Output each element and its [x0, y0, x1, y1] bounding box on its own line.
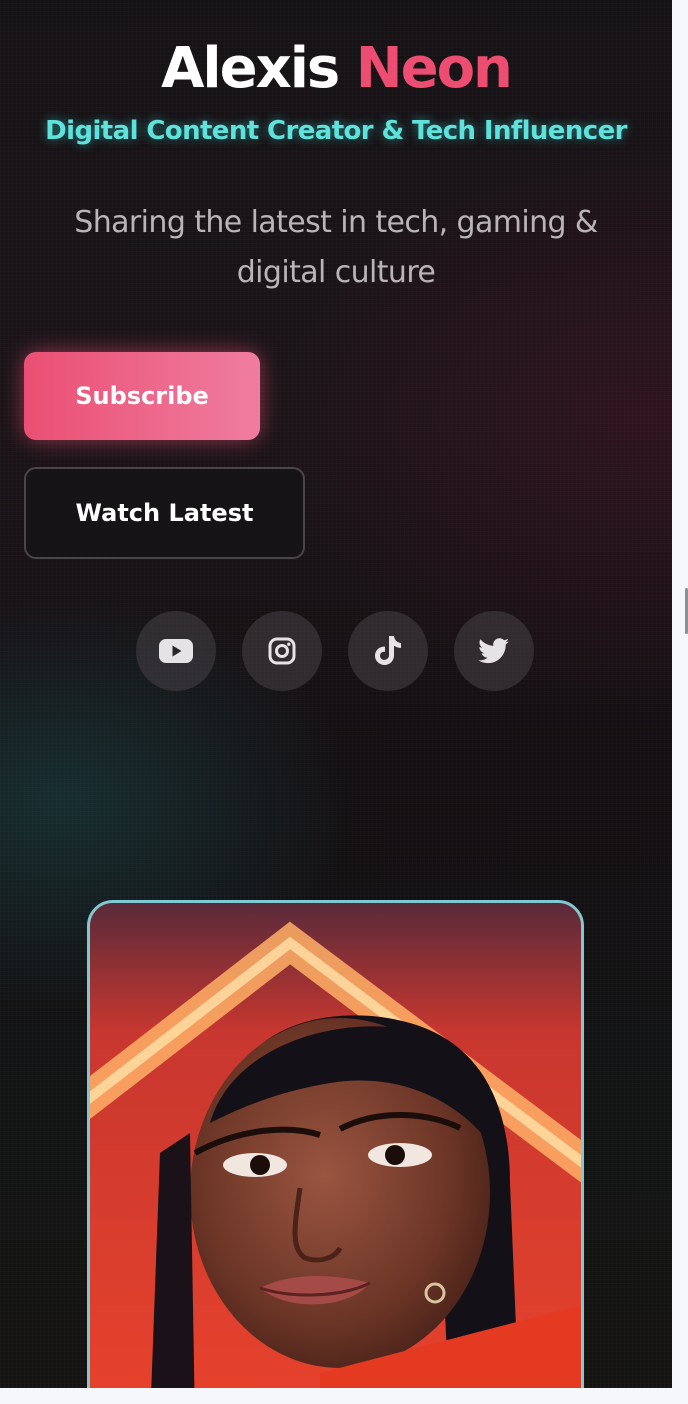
twitter-link[interactable] — [454, 611, 534, 691]
page-subtitle: Digital Content Creator & Tech Influence… — [45, 116, 627, 146]
tagline: Sharing the latest in tech, gaming & dig… — [40, 198, 632, 298]
twitter-icon — [478, 638, 509, 664]
name-last: Neon — [355, 36, 513, 101]
youtube-link[interactable] — [136, 611, 216, 691]
name-first: Alexis — [161, 36, 340, 101]
social-links — [136, 611, 534, 691]
page-title: Alexis Neon — [0, 34, 672, 104]
creator-portrait — [87, 900, 584, 1388]
tagline-line-2: digital culture — [236, 255, 436, 290]
portrait-image — [90, 903, 581, 1388]
youtube-icon — [159, 639, 193, 663]
instagram-icon — [268, 637, 296, 665]
tiktok-link[interactable] — [348, 611, 428, 691]
tiktok-icon — [375, 636, 401, 665]
hero-section: Alexis Neon Digital Content Creator & Te… — [0, 0, 672, 1388]
watch-latest-button[interactable]: Watch Latest — [24, 467, 305, 559]
tagline-line-1: Sharing the latest in tech, gaming & — [74, 205, 598, 240]
subscribe-button[interactable]: Subscribe — [24, 352, 260, 440]
instagram-link[interactable] — [242, 611, 322, 691]
